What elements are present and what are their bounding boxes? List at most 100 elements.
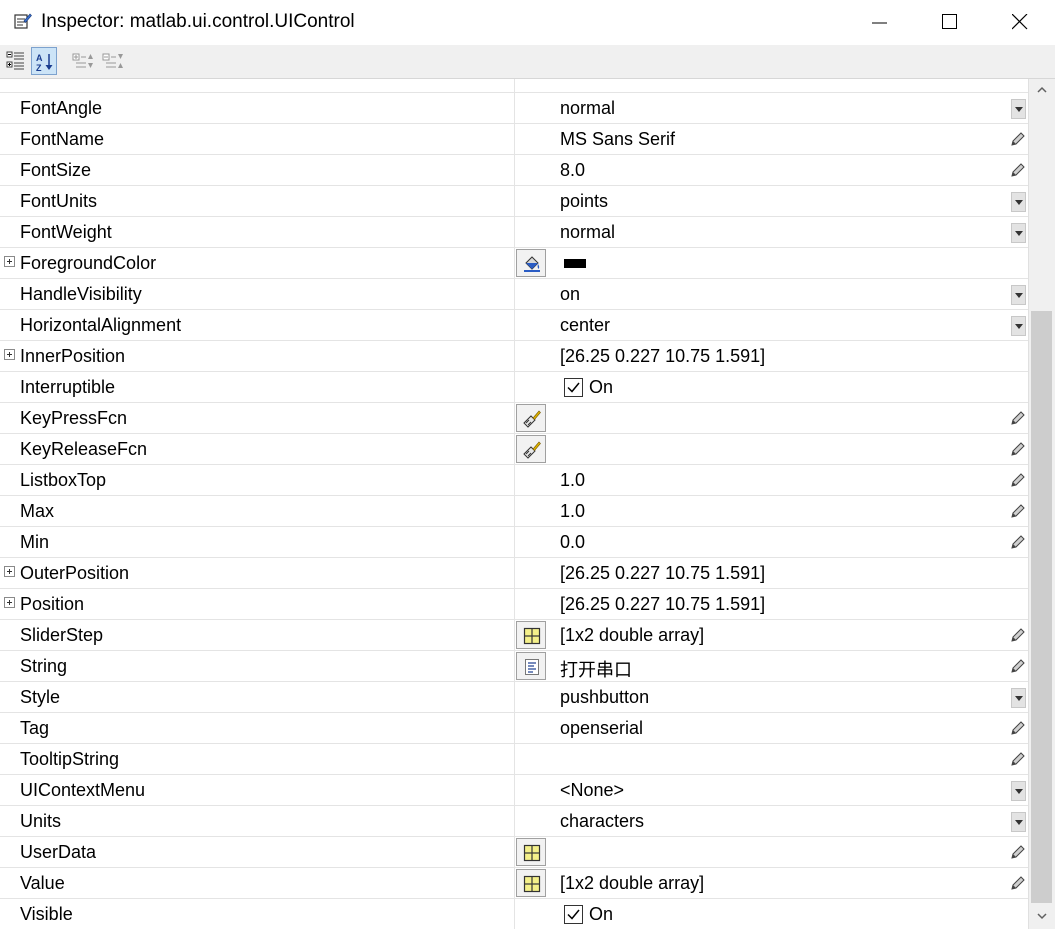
property-row[interactable]: ListboxTop 1.0 (0, 465, 1028, 496)
expand-all-button[interactable] (69, 47, 95, 75)
maximize-button[interactable] (915, 0, 985, 45)
property-row[interactable]: TooltipString (0, 744, 1028, 775)
pencil-icon[interactable] (1010, 131, 1026, 147)
property-value[interactable]: <None> (560, 780, 624, 801)
property-checkbox[interactable] (564, 378, 583, 397)
pencil-icon[interactable] (1010, 658, 1026, 674)
property-row[interactable]: ForegroundColor (0, 248, 1028, 279)
property-row[interactable]: FontUnits points (0, 186, 1028, 217)
property-value[interactable]: normal (560, 222, 615, 243)
property-row[interactable]: Visible On (0, 899, 1028, 929)
property-row[interactable]: FontName MS Sans Serif (0, 124, 1028, 155)
property-value[interactable]: pushbutton (560, 687, 649, 708)
expand-toggle-icon[interactable] (4, 566, 15, 577)
property-row[interactable]: String 打开串口 (0, 651, 1028, 682)
property-value[interactable]: [26.25 0.227 10.75 1.591] (560, 563, 765, 584)
property-value[interactable]: [26.25 0.227 10.75 1.591] (560, 594, 765, 615)
collapse-all-button[interactable] (99, 47, 125, 75)
property-row[interactable]: HandleVisibility on (0, 279, 1028, 310)
dropdown-arrow-button[interactable] (1011, 285, 1026, 305)
dropdown-arrow-button[interactable] (1011, 812, 1026, 832)
minimize-button[interactable] (845, 0, 915, 45)
pencil-icon[interactable] (1010, 627, 1026, 643)
property-value[interactable]: 8.0 (560, 160, 585, 181)
property-value[interactable]: MS Sans Serif (560, 129, 675, 150)
window-title: Inspector: matlab.ui.control.UIControl (41, 11, 355, 32)
expand-toggle-icon[interactable] (4, 349, 15, 360)
pencil-icon[interactable] (1010, 410, 1026, 426)
dropdown-arrow-button[interactable] (1011, 688, 1026, 708)
property-row[interactable]: FontSize 8.0 (0, 155, 1028, 186)
close-button[interactable] (985, 0, 1055, 45)
property-name: Visible (20, 904, 73, 924)
array-grid-icon (523, 875, 541, 893)
property-editor-button[interactable] (516, 621, 546, 649)
dropdown-arrow-button[interactable] (1011, 781, 1026, 801)
property-value[interactable]: points (560, 191, 608, 212)
pencil-icon[interactable] (1010, 751, 1026, 767)
dropdown-arrow-button[interactable] (1011, 316, 1026, 336)
checkbox-label: On (589, 904, 614, 924)
property-editor-button[interactable] (516, 404, 546, 432)
property-row[interactable]: Position [26.25 0.227 10.75 1.591] (0, 589, 1028, 620)
property-value[interactable]: [1x2 double array] (560, 625, 704, 646)
property-row[interactable]: KeyPressFcn (0, 403, 1028, 434)
property-row[interactable]: UserData (0, 837, 1028, 868)
property-row[interactable]: Units characters (0, 806, 1028, 837)
pencil-icon[interactable] (1010, 162, 1026, 178)
property-value[interactable]: 0.0 (560, 532, 585, 553)
property-value[interactable]: normal (560, 98, 615, 119)
column-divider (514, 217, 515, 247)
property-row[interactable]: FontAngle normal (0, 93, 1028, 124)
property-row[interactable]: Interruptible On (0, 372, 1028, 403)
pencil-icon[interactable] (1010, 875, 1026, 891)
property-value[interactable]: center (560, 315, 610, 336)
property-row[interactable]: OuterPosition [26.25 0.227 10.75 1.591] (0, 558, 1028, 589)
sort-alphabetical-button[interactable]: A Z (31, 47, 57, 75)
property-row[interactable]: SliderStep [1x2 double array] (0, 620, 1028, 651)
property-value[interactable]: [1x2 double array] (560, 873, 704, 894)
property-name: UIContextMenu (20, 780, 146, 800)
property-row[interactable]: FontWeight normal (0, 217, 1028, 248)
property-row[interactable]: Tag openserial (0, 713, 1028, 744)
property-value[interactable]: openserial (560, 718, 643, 739)
property-row[interactable]: Max 1.0 (0, 496, 1028, 527)
property-row[interactable]: Min 0.0 (0, 527, 1028, 558)
property-editor-button[interactable] (516, 652, 546, 680)
property-value[interactable]: [26.25 0.227 10.75 1.591] (560, 346, 765, 367)
scroll-up-button[interactable] (1029, 79, 1055, 101)
property-row[interactable]: HorizontalAlignment center (0, 310, 1028, 341)
property-editor-button[interactable] (516, 249, 546, 277)
pencil-icon[interactable] (1010, 472, 1026, 488)
property-value[interactable]: 1.0 (560, 501, 585, 522)
property-value[interactable]: characters (560, 811, 644, 832)
pencil-icon[interactable] (1010, 441, 1026, 457)
dropdown-arrow-button[interactable] (1011, 99, 1026, 119)
pencil-icon[interactable] (1010, 534, 1026, 550)
dropdown-arrow-button[interactable] (1011, 192, 1026, 212)
property-row[interactable]: Style pushbutton (0, 682, 1028, 713)
property-row[interactable]: InnerPosition [26.25 0.227 10.75 1.591] (0, 341, 1028, 372)
property-editor-button[interactable] (516, 838, 546, 866)
dropdown-arrow-button[interactable] (1011, 223, 1026, 243)
expand-toggle-icon[interactable] (4, 256, 15, 267)
property-row[interactable]: UIContextMenu <None> (0, 775, 1028, 806)
property-editor-button[interactable] (516, 435, 546, 463)
expand-toggle-icon[interactable] (4, 597, 15, 608)
scroll-down-button[interactable] (1029, 905, 1055, 927)
property-checkbox[interactable] (564, 905, 583, 924)
pencil-icon[interactable] (1010, 720, 1026, 736)
property-row[interactable]: Extent[0 0 8.5 1.136] (0, 79, 1028, 93)
categorized-view-button[interactable] (3, 47, 29, 75)
column-divider (514, 79, 515, 92)
vertical-scrollbar[interactable] (1028, 79, 1055, 929)
pencil-icon[interactable] (1010, 503, 1026, 519)
property-value[interactable]: 1.0 (560, 470, 585, 491)
pencil-icon[interactable] (1010, 844, 1026, 860)
property-value[interactable]: 打开串口 (560, 656, 632, 682)
property-value[interactable]: on (560, 284, 580, 305)
property-row[interactable]: KeyReleaseFcn (0, 434, 1028, 465)
property-editor-button[interactable] (516, 869, 546, 897)
property-row[interactable]: Value [1x2 double array] (0, 868, 1028, 899)
scroll-thumb[interactable] (1031, 311, 1052, 903)
